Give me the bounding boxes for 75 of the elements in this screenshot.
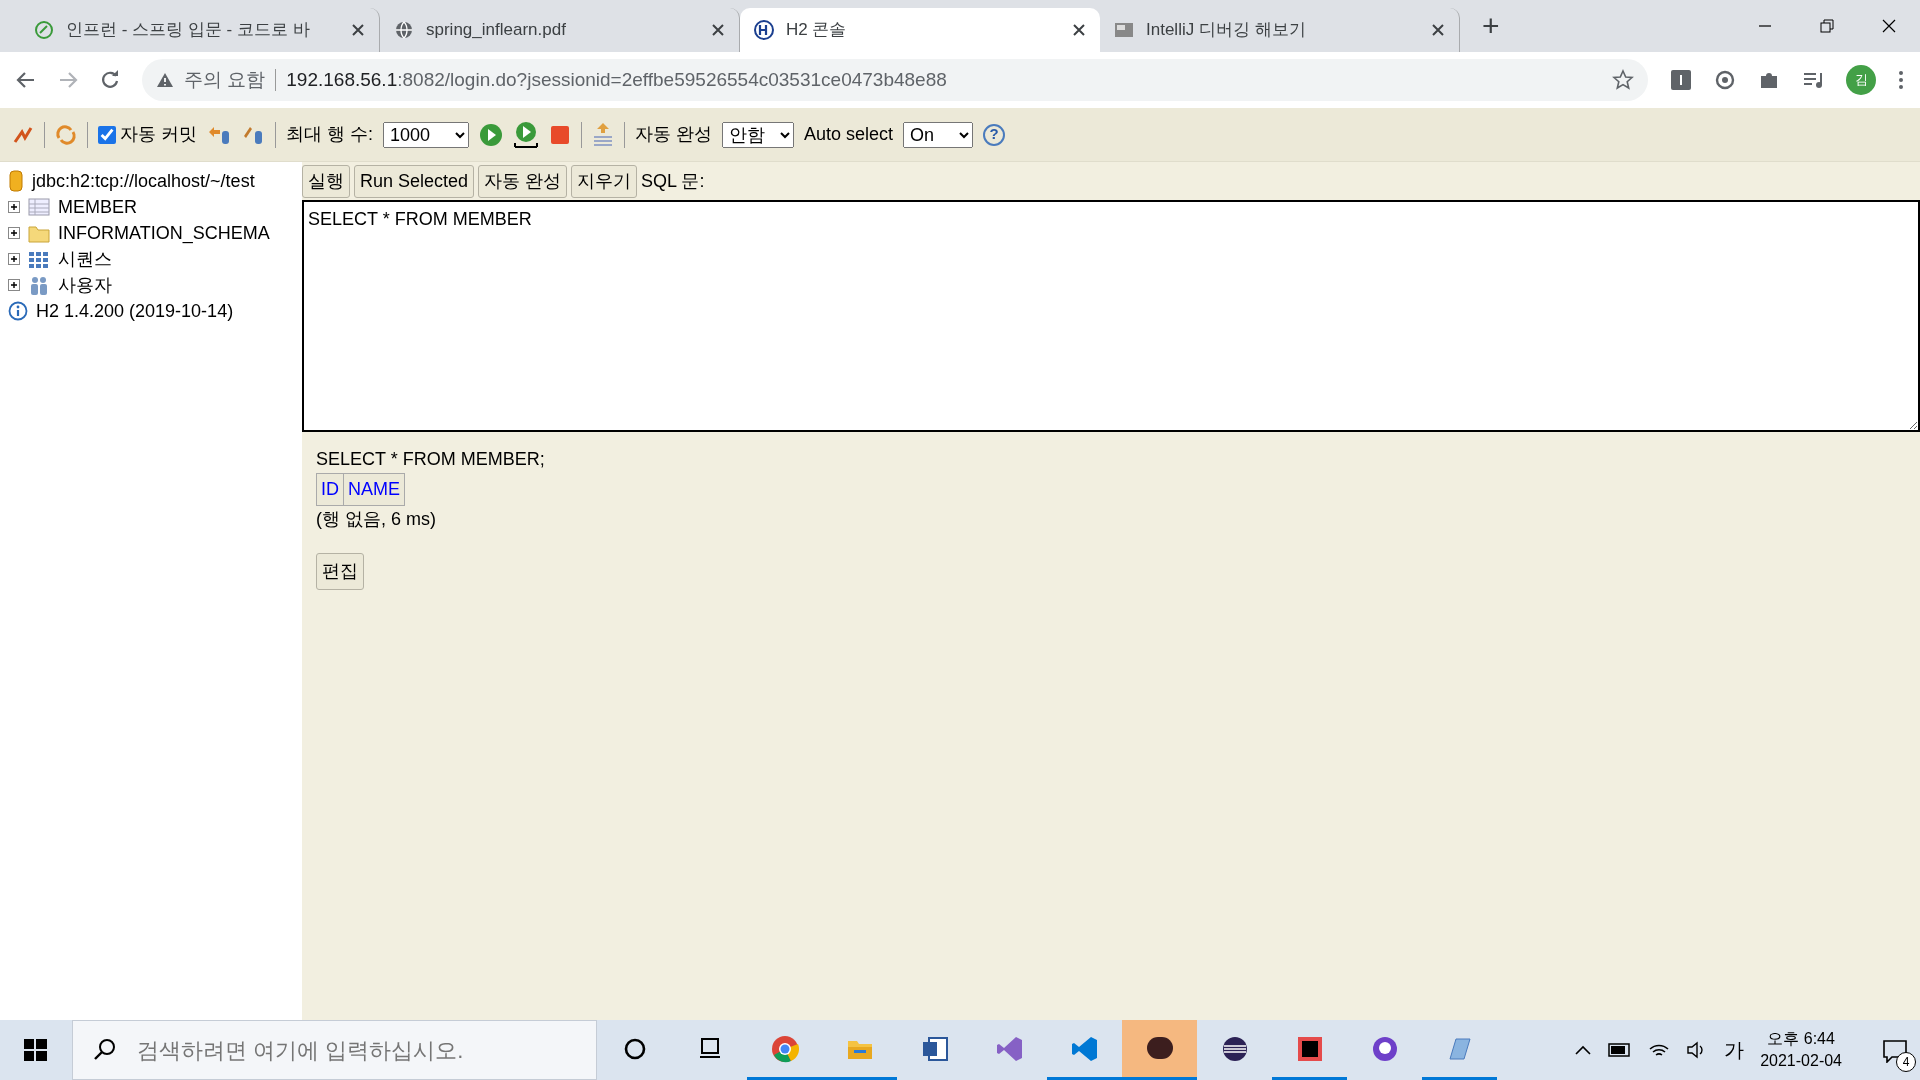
close-icon[interactable] — [1882, 19, 1896, 33]
tree-item[interactable]: MEMBER — [58, 193, 137, 221]
close-icon[interactable] — [1431, 23, 1445, 37]
code-editor-app-icon[interactable] — [1070, 1034, 1099, 1063]
notification-count: 4 — [1896, 1051, 1916, 1072]
column-header[interactable]: NAME — [343, 473, 405, 506]
autocomplete-select[interactable]: 안함 — [722, 121, 795, 148]
security-warning[interactable]: 주의 요함 — [184, 65, 266, 95]
column-header[interactable]: ID — [316, 473, 344, 506]
users-icon — [28, 275, 50, 295]
autocomplete-label: 자동 완성 — [635, 123, 713, 146]
document-app-icon[interactable] — [920, 1034, 949, 1063]
version-text: H2 1.4.200 (2019-10-14) — [36, 299, 234, 323]
browser-app-icon[interactable] — [770, 1034, 799, 1063]
database-icon — [8, 170, 24, 192]
auto-select-select[interactable]: On — [903, 121, 974, 148]
autocomplete-button[interactable]: 자동 완성 — [478, 164, 568, 198]
striped-circle-app-icon[interactable] — [1220, 1034, 1249, 1063]
run-selected-button[interactable]: Run Selected — [354, 164, 475, 198]
tree-item[interactable]: INFORMATION_SCHEMA — [58, 219, 270, 247]
connection-url[interactable]: jdbc:h2:tcp://localhost/~/test — [32, 167, 255, 195]
input-method-indicator[interactable]: 가 — [1724, 1035, 1745, 1065]
sql-editor[interactable]: SELECT * FROM MEMBER — [302, 200, 1920, 432]
result-summary: (행 없음, 6 ms) — [316, 508, 437, 531]
expand-icon[interactable] — [8, 201, 20, 213]
run-icon[interactable] — [479, 122, 504, 147]
globe-icon — [394, 20, 414, 40]
back-icon[interactable] — [16, 70, 36, 90]
new-tab-button[interactable]: + — [1482, 3, 1500, 48]
close-icon[interactable] — [711, 23, 725, 37]
auto-select-label: Auto select — [804, 123, 894, 146]
battery-icon[interactable] — [1608, 1043, 1633, 1057]
folder-icon — [28, 223, 50, 243]
taskbar-search-field[interactable]: 검색하려면 여기에 입력하십시오. — [135, 1032, 575, 1068]
edit-button[interactable]: 편집 — [316, 553, 364, 590]
run-selected-icon[interactable] — [513, 120, 540, 149]
help-button[interactable]: ? — [983, 123, 1006, 146]
reload-icon[interactable] — [100, 70, 120, 90]
clock-date[interactable]: 2021-02-04 — [1760, 1050, 1842, 1073]
url-host: 192.168.56.1 — [286, 67, 398, 92]
leaf-icon — [34, 20, 54, 40]
tree-item[interactable]: 사용자 — [58, 271, 112, 299]
thumbnail-icon — [1114, 20, 1134, 40]
table-icon — [28, 197, 50, 217]
autocommit-label: 자동 커밋 — [120, 123, 197, 146]
search-icon — [93, 1038, 117, 1062]
clear-button[interactable]: 지우기 — [571, 164, 638, 198]
sql-statement: SELECT * FROM MEMBER; — [316, 448, 546, 471]
clock-time[interactable]: 오후 6:44 — [1767, 1027, 1835, 1050]
warning-icon — [156, 72, 174, 88]
restore-icon[interactable] — [1820, 19, 1834, 33]
sequence-icon — [28, 249, 50, 269]
autocommit-checkbox[interactable] — [98, 125, 116, 144]
stop-icon[interactable] — [549, 123, 572, 146]
address-bar[interactable]: 주의 요함 192.168.56.1:8082/login.do?jsessionid=2effbe59526554c03531ce0473b48e88 — [142, 59, 1648, 101]
sql-label: SQL 문: — [641, 169, 705, 193]
max-rows-select[interactable]: 1000 — [383, 121, 470, 148]
ide-app-icon[interactable] — [1295, 1034, 1324, 1063]
run-button[interactable]: 실행 — [302, 164, 350, 198]
close-icon[interactable] — [1072, 23, 1086, 37]
star-icon[interactable] — [1612, 69, 1634, 91]
h2-logo-icon — [754, 20, 774, 40]
tree-item[interactable]: 시퀀스 — [58, 245, 112, 273]
expand-icon[interactable] — [8, 279, 20, 291]
expand-icon[interactable] — [8, 253, 20, 265]
taskbar-search-box[interactable]: 검색하려면 여기에 입력하십시오. — [72, 1020, 597, 1080]
close-icon[interactable] — [351, 23, 365, 37]
ribbon-app-icon[interactable] — [995, 1034, 1024, 1063]
browser-tab[interactable]: H2 콘솔 — [740, 8, 1100, 52]
chevron-up-icon[interactable] — [1574, 1044, 1593, 1056]
expand-icon[interactable] — [8, 227, 20, 239]
max-rows-label: 최대 행 수: — [286, 123, 374, 146]
info-icon — [8, 301, 28, 321]
url-path: :8082/login.do?jsessionid=2effbe59526554c03531ce0473b48e88 — [397, 67, 947, 92]
more-icon[interactable] — [1898, 69, 1904, 91]
